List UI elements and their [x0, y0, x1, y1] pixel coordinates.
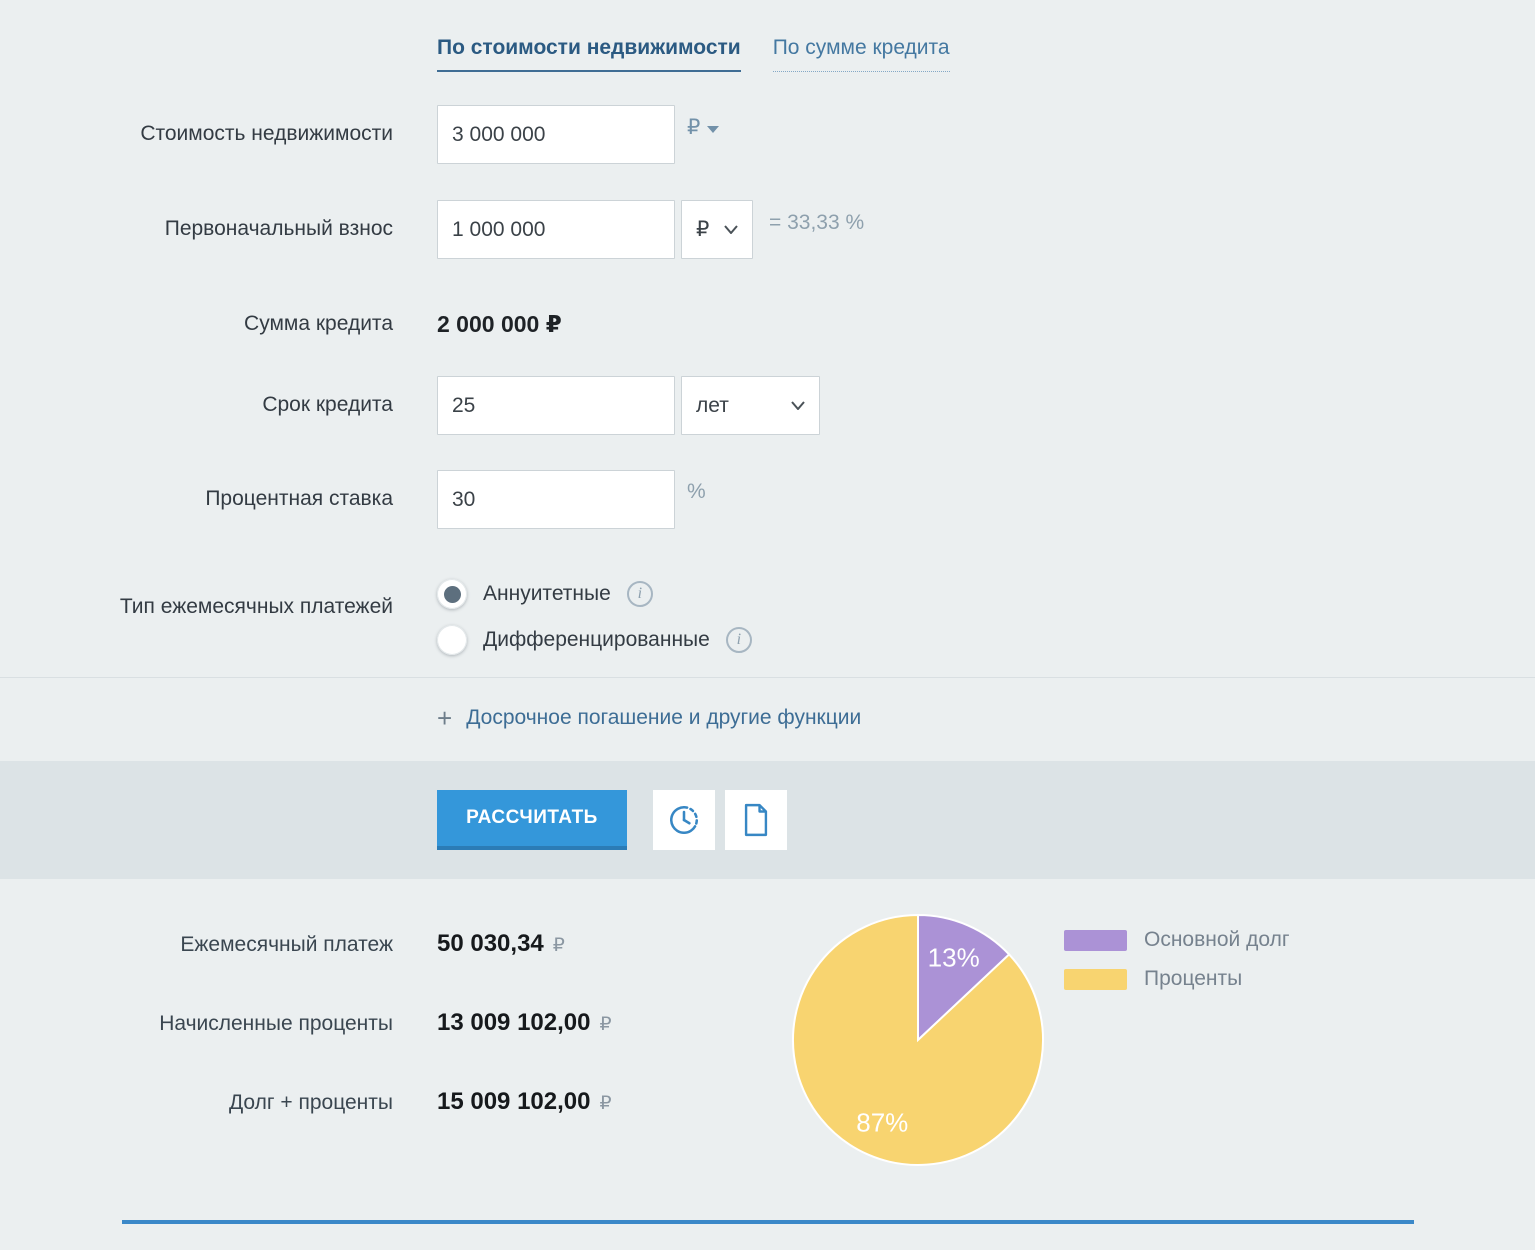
document-icon [741, 803, 771, 837]
total-debt-label: Долг + проценты [0, 1091, 393, 1115]
legend-label-interest: Проценты [1144, 967, 1242, 991]
legend-label-principal: Основной долг [1144, 928, 1290, 952]
early-repayment-link[interactable]: Досрочное погашение и другие функции [466, 706, 861, 730]
clock-icon [667, 803, 701, 837]
bottom-strip [122, 1220, 1414, 1224]
interest-rate-label: Процентная ставка [0, 486, 393, 512]
down-payment-row: Первоначальный взнос ₽ = 33,33 % [0, 200, 1535, 259]
chevron-down-icon [791, 401, 805, 410]
loan-amount-value: 2 000 000 ₽ [437, 311, 562, 338]
loan-amount-label: Сумма кредита [0, 311, 393, 337]
accrued-interest-row: Начисленные проценты 13 009 102,00₽ [0, 1009, 1535, 1037]
ruble-symbol: ₽ [599, 1093, 611, 1114]
loan-term-row: Срок кредита лет [0, 376, 1535, 435]
monthly-payment-value: 50 030,34₽ [437, 930, 565, 958]
percent-suffix: % [687, 480, 706, 504]
tabs: По стоимости недвижимости По сумме креди… [0, 0, 1535, 72]
total-debt-row: Долг + проценты 15 009 102,00₽ [0, 1088, 1535, 1116]
loan-term-unit-value: лет [696, 394, 729, 418]
monthly-payment-label: Ежемесячный платеж [0, 933, 393, 957]
down-payment-percent-note: = 33,33 % [769, 211, 864, 235]
action-band: РАССЧИТАТЬ [0, 761, 1535, 879]
save-report-button[interactable] [725, 790, 787, 850]
info-icon[interactable]: i [627, 581, 653, 607]
ruble-symbol: ₽ [696, 217, 709, 242]
tab-by-loan-amount[interactable]: По сумме кредита [773, 36, 950, 72]
pie-chart: 13% 87% [790, 912, 1046, 1168]
results-section: Ежемесячный платеж 50 030,34₽ Начисленны… [0, 879, 1535, 1224]
mortgage-calculator: По стоимости недвижимости По сумме креди… [0, 0, 1535, 1224]
currency-dropdown-toggle[interactable]: ₽ [687, 115, 719, 140]
interest-rate-input[interactable] [437, 470, 675, 529]
monthly-payment-row: Ежемесячный платеж 50 030,34₽ [0, 930, 1535, 958]
down-payment-currency-select[interactable]: ₽ [681, 200, 753, 259]
info-icon[interactable]: i [726, 627, 752, 653]
loan-term-unit-select[interactable]: лет [681, 376, 820, 435]
legend-item-interest: Проценты [1064, 967, 1290, 991]
accrued-interest-value: 13 009 102,00₽ [437, 1009, 612, 1037]
radio-circle [437, 625, 467, 655]
pie-slice-label: 87% [856, 1108, 908, 1138]
pie-chart-container: 13% 87% [790, 912, 1046, 1168]
pie-slice-label: 13% [928, 942, 980, 972]
accrued-interest-label: Начисленные проценты [0, 1012, 393, 1036]
plus-icon: + [437, 705, 452, 731]
radio-annuity[interactable]: Аннуитетные i [437, 579, 752, 609]
payment-type-row: Тип ежемесячных платежей Аннуитетные i Д… [0, 579, 1535, 655]
property-value-label: Стоимость недвижимости [0, 121, 393, 147]
down-payment-label: Первоначальный взнос [0, 216, 393, 242]
radio-differentiated[interactable]: Дифференцированные i [437, 625, 752, 655]
ruble-symbol: ₽ [553, 935, 565, 956]
legend-swatch [1064, 930, 1127, 951]
loan-term-input[interactable] [437, 376, 675, 435]
ruble-symbol: ₽ [599, 1014, 611, 1035]
radio-differentiated-label: Дифференцированные [483, 628, 710, 652]
payment-type-label: Тип ежемесячных платежей [0, 594, 393, 620]
legend-swatch [1064, 969, 1127, 990]
chevron-down-icon [724, 225, 738, 234]
ruble-symbol: ₽ [687, 115, 700, 140]
legend-item-principal: Основной долг [1064, 928, 1290, 952]
tab-by-property-value[interactable]: По стоимости недвижимости [437, 36, 741, 72]
history-button[interactable] [653, 790, 715, 850]
property-value-row: Стоимость недвижимости ₽ [0, 105, 1535, 164]
total-debt-value: 15 009 102,00₽ [437, 1088, 612, 1116]
property-value-input[interactable] [437, 105, 675, 164]
radio-circle [437, 579, 467, 609]
loan-amount-row: Сумма кредита 2 000 000 ₽ [0, 311, 1535, 338]
extras-row: + Досрочное погашение и другие функции [0, 678, 1535, 761]
calculate-button[interactable]: РАССЧИТАТЬ [437, 790, 627, 850]
radio-annuity-label: Аннуитетные [483, 582, 611, 606]
interest-rate-row: Процентная ставка % [0, 470, 1535, 529]
down-payment-input[interactable] [437, 200, 675, 259]
chart-legend: Основной долг Проценты [1064, 928, 1290, 991]
caret-down-icon [707, 126, 719, 133]
loan-term-label: Срок кредита [0, 392, 393, 418]
